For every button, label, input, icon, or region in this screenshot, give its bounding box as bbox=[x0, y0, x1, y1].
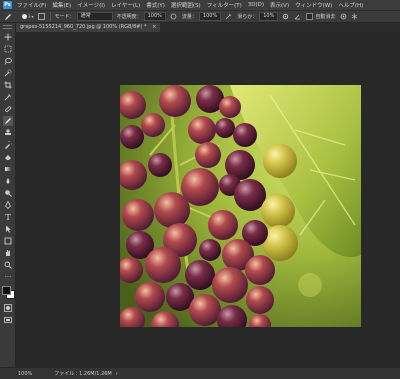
status-menu-arrow[interactable]: › bbox=[116, 371, 118, 377]
menu-3d[interactable]: 3D(D) bbox=[245, 2, 267, 8]
smoothing-label: 滑らか： bbox=[237, 14, 258, 20]
menu-layer[interactable]: レイヤー(L) bbox=[108, 1, 143, 9]
stamp-tool-icon[interactable] bbox=[3, 128, 13, 138]
zoom-tool-icon[interactable] bbox=[3, 260, 13, 270]
flow-field[interactable]: 100% bbox=[198, 12, 222, 21]
auto-erase-label: 自動消去 bbox=[315, 14, 336, 20]
document-tab-title: grapes-5155214_960_720.jpg @ 100% (RGB/8… bbox=[20, 24, 147, 30]
brush-size-value: 3 bbox=[28, 14, 31, 19]
tools-panel: T ··· bbox=[0, 23, 16, 367]
document-tab-bar: grapes-5155214_960_720.jpg @ 100% (RGB/8… bbox=[16, 23, 400, 32]
marquee-tool-icon[interactable] bbox=[3, 44, 13, 54]
status-bar: 100% ファイル : 1.26M/1.26M › bbox=[0, 367, 400, 379]
file-size-info: ファイル : 1.26M/1.26M bbox=[54, 371, 112, 377]
eraser-tool-icon[interactable] bbox=[3, 152, 13, 162]
angle-icon[interactable] bbox=[293, 12, 302, 21]
divider bbox=[49, 12, 51, 21]
opacity-label: 不透明度： bbox=[116, 14, 142, 20]
dodge-tool-icon[interactable] bbox=[3, 188, 13, 198]
path-select-tool-icon[interactable] bbox=[3, 224, 13, 234]
document-canvas[interactable] bbox=[16, 32, 400, 367]
brush-preset-picker[interactable]: 3 ▾ bbox=[16, 14, 34, 19]
hand-tool-icon[interactable] bbox=[3, 248, 13, 258]
smoothing-control: 滑らか： 10% bbox=[237, 12, 279, 21]
mode-select[interactable]: 通常 bbox=[76, 12, 113, 21]
history-brush-tool-icon[interactable] bbox=[3, 140, 13, 150]
auto-erase-checkbox[interactable] bbox=[306, 13, 314, 20]
mode-label: モード： bbox=[54, 14, 75, 20]
photoshop-logo: Ps bbox=[3, 1, 12, 9]
move-tool-icon[interactable] bbox=[3, 32, 13, 42]
brush-tool-icon[interactable] bbox=[3, 116, 13, 126]
type-tool-icon[interactable]: T bbox=[3, 212, 13, 222]
quick-select-tool-icon[interactable] bbox=[3, 68, 13, 78]
menu-filter[interactable]: フィルター(T) bbox=[204, 1, 245, 9]
quick-mask-icon[interactable] bbox=[3, 303, 13, 313]
screen-mode-icon[interactable] bbox=[3, 315, 13, 325]
smoothing-field[interactable]: 10% bbox=[259, 12, 279, 21]
menu-type[interactable]: 書式(Y) bbox=[143, 1, 168, 9]
mode-control: モード： 通常 bbox=[55, 12, 113, 21]
options-bar: 3 ▾ モード： 通常 不透明度： 100% 流量： 100% 滑らか： 10%… bbox=[0, 10, 400, 23]
flow-control: 流量： 100% bbox=[181, 12, 222, 21]
panel-grip[interactable] bbox=[3, 25, 12, 29]
menu-window[interactable]: ウィンドウ(W) bbox=[292, 1, 335, 9]
shape-tool-icon[interactable] bbox=[3, 236, 13, 246]
brush-tip-icon bbox=[22, 14, 27, 19]
menu-select[interactable]: 選択範囲(S) bbox=[168, 1, 204, 9]
menu-help[interactable]: ヘルプ(H) bbox=[335, 1, 366, 9]
auto-erase-control[interactable]: 自動消去 bbox=[306, 13, 335, 20]
pressure-size-icon[interactable] bbox=[339, 12, 348, 21]
more-tools-icon[interactable]: ··· bbox=[3, 272, 13, 282]
blur-tool-icon[interactable] bbox=[3, 176, 13, 186]
document-tab[interactable]: grapes-5155214_960_720.jpg @ 100% (RGB/8… bbox=[16, 23, 161, 32]
menu-view[interactable]: 表示(V) bbox=[267, 1, 292, 9]
healing-tool-icon[interactable] bbox=[3, 104, 13, 114]
menu-edit[interactable]: 編集(E) bbox=[49, 1, 74, 9]
airbrush-icon[interactable] bbox=[224, 12, 233, 21]
menu-image[interactable]: イメージ(I) bbox=[74, 1, 108, 9]
brush-panel-icon[interactable] bbox=[37, 12, 46, 21]
gradient-tool-icon[interactable] bbox=[3, 164, 13, 174]
symmetry-icon[interactable] bbox=[350, 12, 359, 21]
lasso-tool-icon[interactable] bbox=[3, 56, 13, 66]
color-swatches[interactable] bbox=[2, 286, 15, 299]
flow-label: 流量： bbox=[181, 14, 197, 20]
eyedropper-tool-icon[interactable] bbox=[3, 92, 13, 102]
crop-tool-icon[interactable] bbox=[3, 80, 13, 90]
pressure-opacity-icon[interactable] bbox=[169, 12, 178, 21]
menu-bar: Ps ファイル(F) 編集(E) イメージ(I) レイヤー(L) 書式(Y) 選… bbox=[0, 0, 400, 10]
opacity-field[interactable]: 100% bbox=[143, 12, 166, 21]
menu-file[interactable]: ファイル(F) bbox=[14, 1, 49, 9]
close-icon[interactable]: × bbox=[152, 24, 156, 30]
brush-tool-icon[interactable] bbox=[3, 12, 12, 21]
gear-icon[interactable] bbox=[281, 12, 290, 21]
opacity-control: 不透明度： 100% bbox=[117, 12, 166, 21]
foreground-color-swatch[interactable] bbox=[2, 286, 11, 295]
photo-grapes[interactable] bbox=[120, 85, 361, 327]
pen-tool-icon[interactable] bbox=[3, 200, 13, 210]
chevron-down-icon: ▾ bbox=[31, 14, 34, 19]
zoom-level[interactable]: 100% bbox=[18, 371, 32, 377]
